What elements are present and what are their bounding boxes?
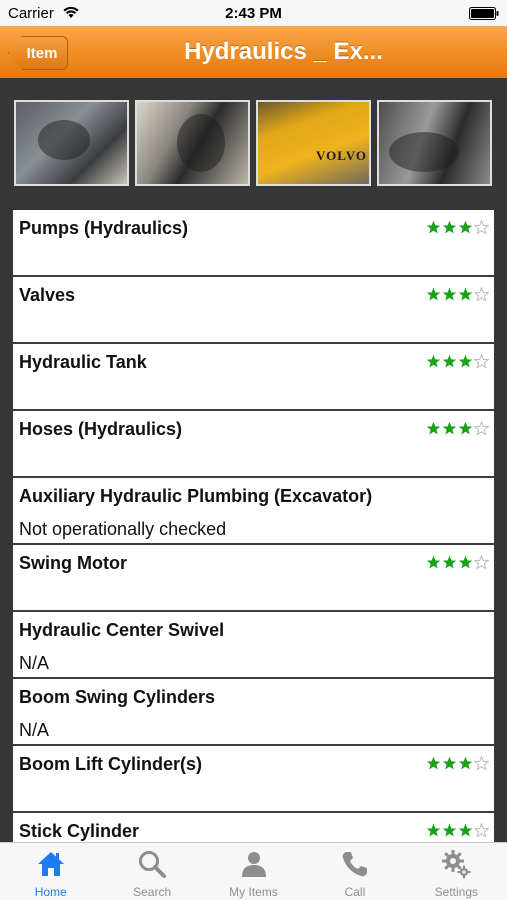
status-time: 2:43 PM [225,5,282,22]
tab-settings[interactable]: Settings [406,843,507,900]
star-filled-icon [426,823,441,837]
star-filled-icon [426,756,441,770]
list-item-status: Not operationally checked [19,519,227,539]
photo-thumbnail-valves[interactable] [135,100,250,186]
list-item-title: Auxiliary Hydraulic Plumbing (Excavator) [19,486,373,506]
star-filled-icon [442,220,457,234]
rating-stars [426,756,489,771]
star-filled-icon [442,287,457,301]
star-filled-icon [458,756,473,770]
star-filled-icon [458,220,473,234]
list-item-status: N/A [19,720,50,740]
gear-icon [442,850,471,879]
tab-call-label: Call [344,885,366,899]
person-icon [241,852,266,877]
list-item[interactable]: Hydraulic Tank [13,344,494,411]
list-item[interactable]: Hoses (Hydraulics) [13,411,494,478]
battery-icon [469,7,499,20]
navigation-bar: Item Hydraulics _ Ex... [0,26,507,78]
star-filled-icon [426,220,441,234]
star-empty-icon [474,287,489,302]
star-filled-icon [442,823,457,837]
star-filled-icon [458,354,473,368]
star-filled-icon [458,823,473,837]
list-item[interactable]: Valves [13,277,494,344]
list-item[interactable]: Boom Lift Cylinder(s) [13,746,494,813]
home-icon [37,852,64,876]
list-item-title: Hydraulic Tank [19,352,147,372]
star-filled-icon [442,756,457,770]
star-empty-icon [474,555,489,570]
list-item-title: Valves [19,285,76,305]
list-item[interactable]: Auxiliary Hydraulic Plumbing (Excavator)… [13,478,494,545]
star-filled-icon [426,421,441,435]
volvo-text: VOLVO [316,148,367,163]
star-filled-icon [458,421,473,435]
rating-stars [426,421,489,436]
list-item-title: Swing Motor [19,553,127,573]
list-item[interactable]: Stick Cylinder [13,813,494,842]
star-filled-icon [426,354,441,368]
rating-stars [426,354,489,369]
list-item[interactable]: Boom Swing Cylinders N/A [13,679,494,746]
tab-search-label: Search [133,885,172,899]
tab-my-items[interactable]: My Items [203,843,304,900]
rating-stars [426,555,489,570]
tab-home-label: Home [34,885,67,899]
back-button-label: Item [26,44,58,62]
star-filled-icon [426,287,441,301]
photo-thumbnail-hoses[interactable] [377,100,492,186]
star-filled-icon [442,421,457,435]
list-item-title: Stick Cylinder [19,821,140,841]
list-item-title: Pumps (Hydraulics) [19,218,189,238]
list-item-title: Boom Lift Cylinder(s) [19,754,202,774]
list-item-status: N/A [19,653,50,673]
tab-my-items-label: My Items [229,885,278,899]
list-item[interactable]: Hydraulic Center Swivel N/A [13,612,494,679]
star-empty-icon [474,421,489,436]
star-empty-icon [474,220,489,235]
star-empty-icon [474,823,489,838]
star-filled-icon [426,555,441,569]
star-empty-icon [474,756,489,771]
photo-strip: VOLVO [14,100,492,188]
photo-thumbnail-pump[interactable] [14,100,129,186]
search-icon [139,851,167,878]
tab-home[interactable]: Home [0,843,101,900]
status-bar: Carrier 2:43 PM [0,0,507,26]
star-empty-icon [474,354,489,369]
star-filled-icon [458,287,473,301]
list-item[interactable]: Pumps (Hydraulics) [13,210,494,277]
tab-bar: Home Search My Items Call Settings [0,842,507,900]
star-filled-icon [442,555,457,569]
phone-icon [342,852,367,877]
photo-thumbnail-boom[interactable]: VOLVO [256,100,371,186]
tab-settings-label: Settings [434,885,478,899]
page-title: Hydraulics _ Ex... [184,38,383,65]
star-filled-icon [442,354,457,368]
list-item-title: Boom Swing Cylinders [19,687,216,707]
list-item[interactable]: Swing Motor [13,545,494,612]
back-button[interactable]: Item [8,36,68,70]
rating-stars [426,823,489,838]
tab-search[interactable]: Search [101,843,202,900]
list-item-title: Hoses (Hydraulics) [19,419,183,439]
star-filled-icon [458,555,473,569]
tab-call[interactable]: Call [304,843,405,900]
inspection-list: Pumps (Hydraulics) Valves Hydraulic Tank Ho… [13,210,494,842]
list-item-title: Hydraulic Center Swivel [19,620,225,640]
rating-stars [426,220,489,235]
rating-stars [426,287,489,302]
